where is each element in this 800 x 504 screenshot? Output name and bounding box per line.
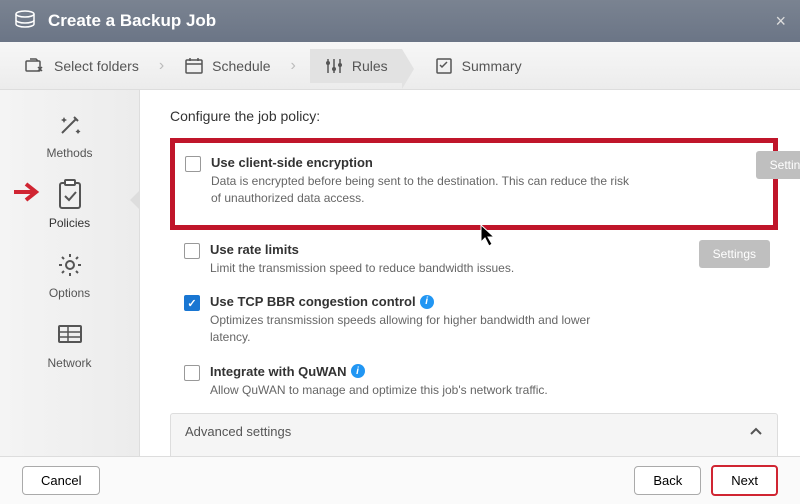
- network-icon: [53, 318, 87, 352]
- backup-icon: [14, 9, 36, 34]
- checkbox-encryption[interactable]: [185, 156, 201, 172]
- step-separator: ›: [291, 57, 296, 75]
- highlight-arrow-icon: [12, 180, 46, 204]
- titlebar: Create a Backup Job ×: [0, 0, 800, 42]
- sidebar-item-options[interactable]: Options: [0, 248, 139, 300]
- policy-desc: Allow QuWAN to manage and optimize this …: [210, 382, 548, 399]
- step-separator: ›: [159, 57, 164, 75]
- calendar-icon: [184, 57, 204, 75]
- gear-icon: [53, 248, 87, 282]
- back-button[interactable]: Back: [634, 466, 701, 495]
- sidebar-item-network[interactable]: Network: [0, 318, 139, 370]
- footer: Cancel Back Next: [0, 456, 800, 504]
- sidebar-item-label: Options: [49, 286, 90, 300]
- main-panel: Configure the job policy: Use client-sid…: [140, 90, 800, 456]
- sidebar-item-label: Methods: [46, 146, 92, 160]
- policy-tcp-bbr: Use TCP BBR congestion controli Optimize…: [170, 286, 778, 356]
- policy-desc: Data is encrypted before being sent to t…: [211, 173, 631, 207]
- policy-label: Use client-side encryption: [211, 155, 631, 170]
- folders-icon: [24, 57, 46, 75]
- next-button[interactable]: Next: [711, 465, 778, 496]
- policy-quwan: Integrate with QuWANi Allow QuWAN to man…: [170, 356, 778, 409]
- step-schedule[interactable]: Schedule: [178, 53, 276, 79]
- sidebar-item-label: Network: [47, 356, 91, 370]
- highlight-encryption: Use client-side encryption Data is encry…: [170, 138, 778, 230]
- advanced-section: Advanced settings Only back up updated f…: [170, 413, 778, 456]
- sidebar: Methods Policies Options Network: [0, 90, 140, 456]
- step-rules[interactable]: Rules: [310, 49, 402, 83]
- checkbox-tcp-bbr[interactable]: [184, 295, 200, 311]
- sidebar-item-label: Policies: [49, 216, 90, 230]
- panel-heading: Configure the job policy:: [170, 108, 778, 124]
- checkbox-rate-limits[interactable]: [184, 243, 200, 259]
- settings-button[interactable]: Settings: [756, 151, 800, 179]
- sidebar-item-methods[interactable]: Methods: [0, 108, 139, 160]
- advanced-title: Advanced settings: [185, 424, 291, 439]
- policy-rate-limits: Use rate limits Limit the transmission s…: [170, 234, 778, 287]
- step-label: Select folders: [54, 58, 139, 74]
- active-pointer: [130, 190, 140, 210]
- cancel-button[interactable]: Cancel: [22, 466, 100, 495]
- advanced-toggle[interactable]: Advanced settings: [185, 424, 763, 439]
- step-label: Rules: [352, 58, 388, 74]
- policy-desc: Optimizes transmission speeds allowing f…: [210, 312, 630, 346]
- policy-label: Use rate limits: [210, 242, 514, 257]
- close-icon[interactable]: ×: [775, 11, 786, 32]
- step-label: Summary: [462, 58, 522, 74]
- step-summary[interactable]: Summary: [428, 53, 528, 79]
- policy-updated-files: Only back up updated files Only files wi…: [185, 449, 763, 456]
- sliders-icon: [324, 57, 344, 75]
- wand-icon: [53, 108, 87, 142]
- step-label: Schedule: [212, 58, 270, 74]
- stepper: Select folders › Schedule › Rules Summar…: [0, 42, 800, 90]
- step-select-folders[interactable]: Select folders: [18, 53, 145, 79]
- chevron-up-icon: [749, 424, 763, 439]
- policy-encryption: Use client-side encryption Data is encry…: [177, 147, 767, 217]
- settings-button[interactable]: Settings: [699, 240, 770, 268]
- summary-icon: [434, 57, 454, 75]
- clipboard-check-icon: [53, 178, 87, 212]
- policy-label: Use TCP BBR congestion controli: [210, 294, 630, 309]
- checkbox-quwan[interactable]: [184, 365, 200, 381]
- info-icon[interactable]: i: [351, 364, 365, 378]
- policy-desc: Limit the transmission speed to reduce b…: [210, 260, 514, 277]
- window-title: Create a Backup Job: [48, 11, 216, 31]
- policy-label: Integrate with QuWANi: [210, 364, 548, 379]
- info-icon[interactable]: i: [420, 295, 434, 309]
